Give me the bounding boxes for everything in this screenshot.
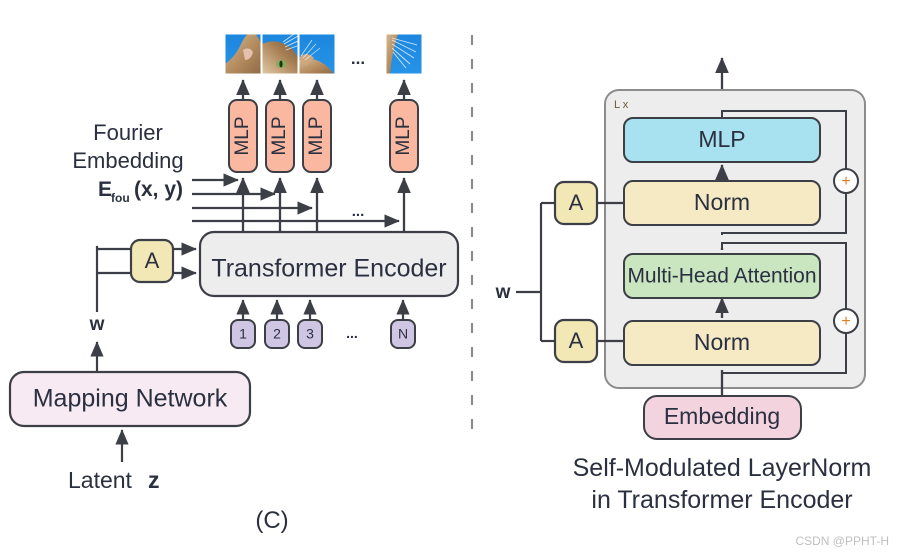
norm-block-top: Norm	[623, 180, 821, 226]
modulation-block-left: A	[129, 238, 175, 284]
patch-ellipsis: ...	[351, 49, 365, 68]
w-label-right: w	[495, 282, 511, 303]
modulation-block-bottom-right-label: A	[569, 328, 584, 353]
latent-label: Latent	[68, 467, 133, 493]
token-box-1: 1	[230, 319, 256, 349]
watermark: CSDN @PPHT-H	[795, 534, 889, 548]
repeat-label: L x	[614, 99, 629, 111]
right-panel-caption-line2: in Transformer Encoder	[591, 486, 852, 514]
mlp-block-1: MLP	[228, 99, 258, 173]
norm-block-top-label: Norm	[694, 189, 750, 215]
token-ellipsis: ...	[346, 325, 358, 341]
token-box-2: 2	[264, 319, 290, 349]
figure-root: ... MLP MLP MLP MLP Fourier Embedding E …	[0, 0, 898, 553]
token-box-3-label: 3	[306, 326, 314, 342]
fourier-symbol-args: (x, y)	[134, 178, 183, 201]
mlp-block-3: MLP	[302, 99, 332, 173]
norm-block-bottom: Norm	[623, 320, 821, 366]
residual-plus-top: +	[833, 168, 859, 194]
modulation-block-top-right: A	[553, 180, 599, 226]
mlp-block-2: MLP	[265, 99, 295, 173]
encoder-output-ellipsis: ...	[352, 203, 365, 220]
token-box-2-label: 2	[273, 326, 281, 342]
latent-symbol: z	[148, 467, 160, 493]
mlp-block-right: MLP	[623, 117, 821, 163]
modulation-block-bottom-right: A	[553, 318, 599, 364]
output-patch-3	[298, 33, 336, 75]
fourier-symbol-main: E	[98, 178, 112, 201]
panel-label-c: (C)	[255, 507, 288, 534]
embedding-block-label: Embedding	[664, 403, 780, 429]
residual-plus-top-label: +	[841, 173, 850, 190]
attention-block-label: Multi-Head Attention	[627, 265, 816, 288]
output-patch-1	[224, 33, 262, 75]
token-box-n: N	[390, 319, 416, 349]
mlp-block-4: MLP	[389, 99, 419, 173]
fourier-symbol-sub: fou	[111, 191, 130, 205]
modulation-block-left-label: A	[145, 248, 160, 273]
diagram-canvas: ... MLP MLP MLP MLP Fourier Embedding E …	[8, 33, 889, 548]
mapping-network-block: Mapping Network	[8, 370, 252, 428]
embedding-block: Embedding	[643, 395, 802, 440]
output-patch-4	[385, 33, 423, 75]
attention-block: Multi-Head Attention	[623, 253, 821, 299]
norm-block-bottom-label: Norm	[694, 329, 750, 355]
output-patch-2	[261, 33, 299, 75]
mlp-block-2-label: MLP	[269, 116, 290, 155]
transformer-encoder-label: Transformer Encoder	[211, 255, 446, 283]
right-panel-caption-line1: Self-Modulated LayerNorm	[573, 454, 872, 482]
token-box-n-label: N	[398, 326, 408, 342]
fourier-embedding-line2: Embedding	[72, 148, 183, 173]
modulation-block-top-right-label: A	[569, 190, 584, 215]
mlp-block-3-label: MLP	[306, 116, 327, 155]
w-label-left: w	[89, 314, 105, 335]
fourier-embedding-line1: Fourier	[93, 120, 163, 145]
token-to-encoder-arrows	[236, 299, 410, 320]
mlp-block-right-label: MLP	[698, 126, 745, 152]
mlp-to-patch-arrows	[236, 79, 411, 100]
residual-plus-bottom: +	[833, 308, 859, 334]
latent-label-group: Latent z	[68, 467, 160, 493]
mlp-block-1-label: MLP	[232, 116, 253, 155]
residual-plus-bottom-label: +	[841, 313, 850, 330]
token-box-3: 3	[297, 319, 323, 349]
fourier-symbol: E fou (x, y)	[98, 178, 183, 205]
mapping-network-label: Mapping Network	[33, 385, 228, 413]
transformer-encoder-block: Transformer Encoder	[198, 230, 460, 298]
token-box-1-label: 1	[239, 326, 247, 342]
encoder-to-mlp-lines	[236, 177, 411, 232]
mlp-block-4-label: MLP	[393, 116, 414, 155]
fourier-feed-lines	[192, 173, 400, 228]
